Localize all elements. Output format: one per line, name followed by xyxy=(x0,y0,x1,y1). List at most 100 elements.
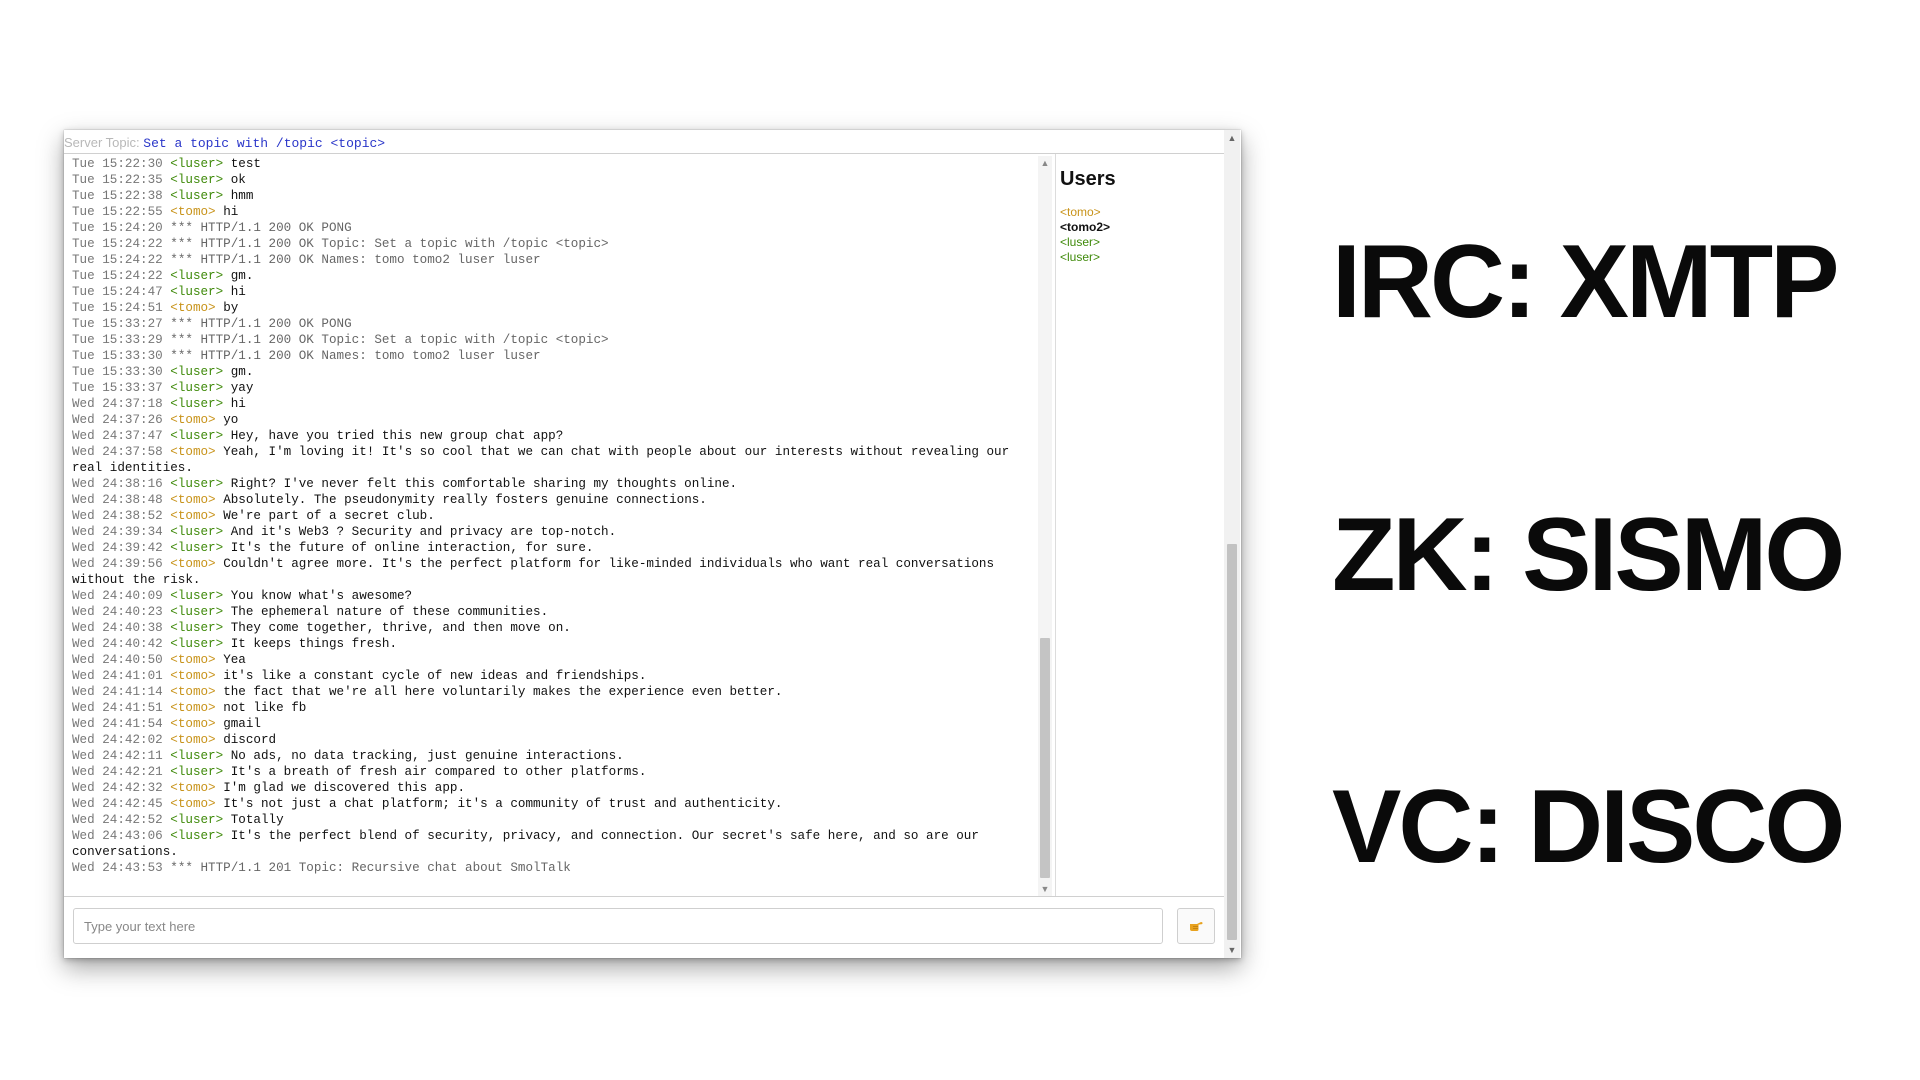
message-text: And it's Web3 ? Security and privacy are… xyxy=(230,525,617,539)
window-scroll-up-icon[interactable]: ▲ xyxy=(1224,130,1240,146)
window-scroll-down-icon[interactable]: ▼ xyxy=(1224,942,1240,958)
message-log-scrollbar[interactable]: ▲ ▼ xyxy=(1038,156,1052,896)
chat-message: Tue 15:22:30 <luser> test xyxy=(72,156,1034,172)
user-list-panel: Users <tomo> <tomo2> <luser> <luser> xyxy=(1060,168,1220,265)
chat-message: Wed 24:42:21 <luser> It's a breath of fr… xyxy=(72,764,1034,780)
message-text: test xyxy=(230,157,261,171)
system-message-text: *** HTTP/1.1 200 OK Topic: Set a topic w… xyxy=(170,333,609,347)
chat-message: Wed 24:42:02 <tomo> discord xyxy=(72,732,1034,748)
slide-line-irc: IRC: XMTP xyxy=(1332,224,1840,340)
chat-message: Wed 24:39:42 <luser> It's the future of … xyxy=(72,540,1034,556)
message-timestamp: Wed 24:37:18 xyxy=(72,397,163,411)
users-title: Users xyxy=(1060,168,1116,190)
topic-divider xyxy=(64,153,1224,154)
message-nick: <tomo> xyxy=(170,781,216,795)
message-nick: <luser> xyxy=(170,173,224,187)
message-text: by xyxy=(223,301,239,315)
message-timestamp: Tue 15:24:47 xyxy=(72,285,163,299)
message-text: It's the future of online interaction, f… xyxy=(230,541,594,555)
message-nick: <luser> xyxy=(170,365,224,379)
message-text: We're part of a secret club. xyxy=(223,509,435,523)
message-text: Yea xyxy=(223,653,246,667)
pointing-hand-icon xyxy=(1190,922,1203,931)
window-scrollbar[interactable]: ▲ ▼ xyxy=(1224,130,1240,958)
message-text: it's like a constant cycle of new ideas … xyxy=(223,669,647,683)
chat-message: Tue 15:24:51 <tomo> by xyxy=(72,300,1034,316)
message-timestamp: Tue 15:24:20 xyxy=(72,221,163,235)
message-text: ok xyxy=(230,173,246,187)
chat-message: Wed 24:43:06 <luser> It's the perfect bl… xyxy=(72,828,1034,860)
message-timestamp: Wed 24:38:52 xyxy=(72,509,163,523)
chat-window: Server Topic: Set a topic with /topic <t… xyxy=(64,130,1241,958)
scroll-up-arrow-icon[interactable]: ▲ xyxy=(1038,156,1052,170)
chat-message: Wed 24:40:09 <luser> You know what's awe… xyxy=(72,588,1034,604)
chat-message: Wed 24:41:51 <tomo> not like fb xyxy=(72,700,1034,716)
message-nick: <tomo> xyxy=(170,797,216,811)
message-nick: <luser> xyxy=(170,157,224,171)
message-nick: <tomo> xyxy=(170,205,216,219)
user-list-item[interactable]: <tomo2> xyxy=(1060,220,1220,235)
message-nick: <luser> xyxy=(170,765,224,779)
message-nick: <luser> xyxy=(170,285,224,299)
message-timestamp: Tue 15:24:22 xyxy=(72,253,163,267)
message-timestamp: Tue 15:24:22 xyxy=(72,269,163,283)
message-timestamp: Wed 24:42:45 xyxy=(72,797,163,811)
system-message: Tue 15:33:29 *** HTTP/1.1 200 OK Topic: … xyxy=(72,332,1034,348)
message-timestamp: Wed 24:37:47 xyxy=(72,429,163,443)
chat-message: Wed 24:42:32 <tomo> I'm glad we discover… xyxy=(72,780,1034,796)
user-list-item[interactable]: <luser> xyxy=(1060,250,1220,265)
chat-message: Wed 24:37:47 <luser> Hey, have you tried… xyxy=(72,428,1034,444)
chat-message: Wed 24:40:50 <tomo> Yea xyxy=(72,652,1034,668)
message-text: yay xyxy=(230,381,254,395)
panel-divider xyxy=(1055,154,1056,896)
message-nick: <luser> xyxy=(170,813,224,827)
chat-message: Tue 15:24:22 <luser> gm. xyxy=(72,268,1034,284)
message-nick: <luser> xyxy=(170,397,224,411)
scroll-down-arrow-icon[interactable]: ▼ xyxy=(1038,882,1052,896)
topic-label: Server Topic: xyxy=(64,135,140,150)
message-nick: <luser> xyxy=(170,749,224,763)
system-message: Tue 15:33:30 *** HTTP/1.1 200 OK Names: … xyxy=(72,348,1034,364)
chat-message: Wed 24:40:42 <luser> It keeps things fre… xyxy=(72,636,1034,652)
system-message: Tue 15:24:20 *** HTTP/1.1 200 OK PONG xyxy=(72,220,1034,236)
chat-message: Wed 24:41:14 <tomo> the fact that we're … xyxy=(72,684,1034,700)
message-nick: <tomo> xyxy=(170,701,216,715)
message-text: Right? I've never felt this comfortable … xyxy=(230,477,738,491)
chat-message: Wed 24:39:56 <tomo> Couldn't agree more.… xyxy=(72,556,1034,588)
message-timestamp: Wed 24:39:34 xyxy=(72,525,163,539)
message-input[interactable] xyxy=(73,908,1163,944)
message-timestamp: Wed 24:42:11 xyxy=(72,749,163,763)
message-nick: <tomo> xyxy=(170,717,216,731)
chat-message: Wed 24:38:48 <tomo> Absolutely. The pseu… xyxy=(72,492,1034,508)
message-nick: <luser> xyxy=(170,429,224,443)
message-timestamp: Tue 15:22:55 xyxy=(72,205,163,219)
system-message-text: *** HTTP/1.1 201 Topic: Recursive chat a… xyxy=(170,861,571,875)
message-nick: <tomo> xyxy=(170,445,216,459)
message-timestamp: Wed 24:41:14 xyxy=(72,685,163,699)
message-timestamp: Tue 15:22:38 xyxy=(72,189,163,203)
message-text: It keeps things fresh. xyxy=(230,637,397,651)
message-text: yo xyxy=(223,413,239,427)
message-timestamp: Wed 24:38:16 xyxy=(72,477,163,491)
message-text: gmail xyxy=(223,717,261,731)
message-timestamp: Tue 15:22:35 xyxy=(72,173,163,187)
message-text: It's a breath of fresh air compared to o… xyxy=(230,765,647,779)
system-message: Tue 15:24:22 *** HTTP/1.1 200 OK Topic: … xyxy=(72,236,1034,252)
message-text: hi xyxy=(230,397,246,411)
message-nick: <luser> xyxy=(170,541,224,555)
user-list-item[interactable]: <tomo> xyxy=(1060,205,1220,220)
message-nick: <luser> xyxy=(170,621,224,635)
message-nick: <tomo> xyxy=(170,557,216,571)
slide-line-vc: VC: DISCO xyxy=(1332,769,1845,885)
window-scroll-thumb[interactable] xyxy=(1227,544,1237,940)
message-nick: <tomo> xyxy=(170,733,216,747)
message-log-scroll-thumb[interactable] xyxy=(1040,638,1050,878)
topic-value: Set a topic with /topic <topic> xyxy=(143,136,386,151)
message-timestamp: Wed 24:41:51 xyxy=(72,701,163,715)
system-message-text: *** HTTP/1.1 200 OK Topic: Set a topic w… xyxy=(170,237,609,251)
message-nick: <luser> xyxy=(170,189,224,203)
user-list-item[interactable]: <luser> xyxy=(1060,235,1220,250)
send-button[interactable] xyxy=(1177,908,1215,944)
message-nick: <luser> xyxy=(170,637,224,651)
message-log[interactable]: Tue 15:22:30 <luser> test Tue 15:22:35 <l… xyxy=(72,156,1034,896)
